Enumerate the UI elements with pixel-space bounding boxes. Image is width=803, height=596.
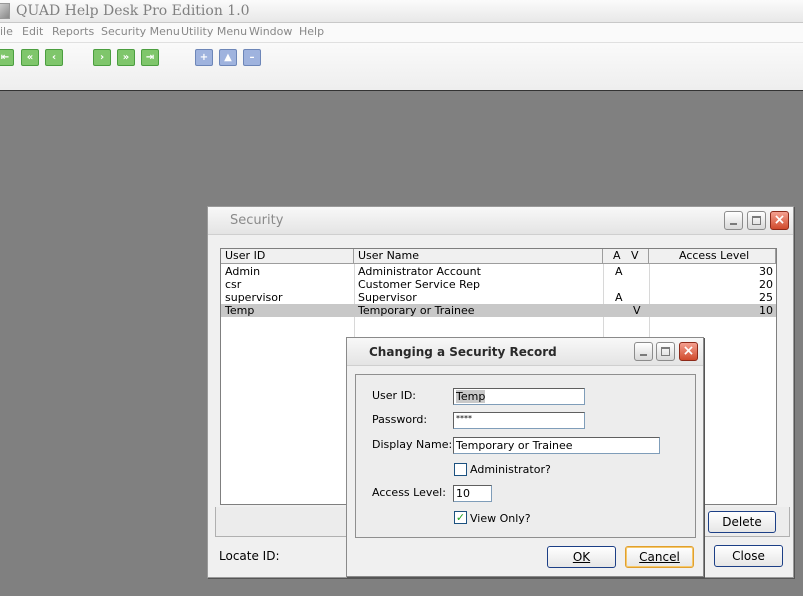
app-title-bar: QUAD Help Desk Pro Edition 1.0: [0, 0, 803, 23]
cell-user-name: Customer Service Rep: [358, 278, 480, 291]
locate-id-label: Locate ID:: [219, 549, 280, 563]
cell-admin-flag: A: [615, 265, 623, 278]
maximize-icon[interactable]: [656, 342, 675, 361]
close-button-label: Close: [732, 549, 765, 563]
column-header-av[interactable]: A V: [603, 249, 649, 264]
app-icon: [0, 3, 10, 19]
menu-file[interactable]: ile: [0, 25, 13, 38]
password-label: Password:: [372, 413, 428, 426]
minimize-icon[interactable]: [724, 211, 743, 230]
close-icon[interactable]: ×: [770, 211, 789, 230]
dialog-title: Changing a Security Record: [369, 345, 557, 359]
administrator-label: Administrator?: [470, 463, 551, 476]
add-record-icon[interactable]: +: [195, 49, 213, 66]
cell-user-name: Administrator Account: [358, 265, 481, 278]
change-security-record-dialog: Changing a Security Record × User ID: Te…: [346, 337, 704, 577]
menu-edit[interactable]: Edit: [22, 25, 43, 38]
cell-user-name: Temporary or Trainee: [358, 304, 475, 317]
table-row[interactable]: Admin Administrator Account A 30: [221, 265, 776, 278]
close-icon[interactable]: ×: [679, 342, 698, 361]
table-row-selected[interactable]: Temp Temporary or Trainee V 10: [221, 304, 776, 317]
cell-access-level: 25: [759, 291, 773, 304]
menu-window[interactable]: Window: [249, 25, 292, 38]
cell-admin-flag: A: [615, 291, 623, 304]
cell-user-id: Admin: [225, 265, 261, 278]
menu-help[interactable]: Help: [299, 25, 324, 38]
security-window-title-bar: Security ×: [208, 207, 793, 235]
menu-reports[interactable]: Reports: [52, 25, 94, 38]
delete-button-label: Delete: [722, 515, 762, 529]
app-title: QUAD Help Desk Pro Edition 1.0: [16, 3, 250, 19]
cell-view-flag: V: [633, 304, 641, 317]
dialog-title-bar: Changing a Security Record ×: [347, 338, 703, 366]
cell-user-id: csr: [225, 278, 242, 291]
delete-button[interactable]: Delete: [708, 511, 776, 533]
remove-record-icon[interactable]: –: [243, 49, 261, 66]
next-page-icon[interactable]: »: [117, 49, 135, 66]
cell-user-id: supervisor: [225, 291, 283, 304]
minimize-icon[interactable]: [634, 342, 653, 361]
table-row[interactable]: csr Customer Service Rep 20: [221, 278, 776, 291]
menu-utility[interactable]: Utility Menu: [181, 25, 247, 38]
cell-access-level: 20: [759, 278, 773, 291]
menu-bar: ile Edit Reports Security Menu Utility M…: [0, 23, 803, 43]
administrator-checkbox[interactable]: [454, 463, 467, 476]
view-only-checkbox[interactable]: ✓: [454, 511, 467, 524]
cell-access-level: 30: [759, 265, 773, 278]
access-level-label: Access Level:: [372, 486, 446, 499]
first-record-icon[interactable]: ⇤: [0, 49, 14, 66]
previous-record-icon[interactable]: ‹: [45, 49, 63, 66]
ok-button-label: OK: [572, 550, 591, 564]
cancel-button[interactable]: Cancel: [625, 546, 694, 568]
table-row[interactable]: supervisor Supervisor A 25: [221, 291, 776, 304]
view-only-label: View Only?: [470, 512, 531, 525]
cell-user-name: Supervisor: [358, 291, 417, 304]
column-header-access-level[interactable]: Access Level: [649, 249, 776, 264]
column-header-user-id[interactable]: User ID: [221, 249, 354, 264]
previous-page-icon[interactable]: «: [21, 49, 39, 66]
user-id-label: User ID:: [372, 389, 416, 402]
next-record-icon[interactable]: ›: [93, 49, 111, 66]
up-icon[interactable]: ▲: [219, 49, 237, 66]
cancel-button-label: Cancel: [639, 550, 680, 564]
security-window-title: Security: [230, 213, 284, 228]
ok-button[interactable]: OK: [547, 546, 616, 568]
user-id-value: Temp: [456, 390, 486, 403]
close-button[interactable]: Close: [714, 545, 783, 567]
user-id-field[interactable]: Temp: [453, 388, 585, 405]
cell-access-level: 10: [759, 304, 773, 317]
column-header-user-name[interactable]: User Name: [354, 249, 603, 264]
menu-security[interactable]: Security Menu: [101, 25, 180, 38]
password-field[interactable]: ****: [453, 412, 585, 429]
cell-user-id: Temp: [225, 304, 255, 317]
display-name-label: Display Name:: [372, 438, 453, 451]
last-record-icon[interactable]: ⇥: [141, 49, 159, 66]
display-name-field[interactable]: Temporary or Trainee: [453, 437, 660, 454]
maximize-icon[interactable]: [747, 211, 766, 230]
access-level-field[interactable]: 10: [453, 485, 492, 502]
toolbar: ⇤ « ‹ › » ⇥ + ▲ –: [0, 43, 803, 91]
